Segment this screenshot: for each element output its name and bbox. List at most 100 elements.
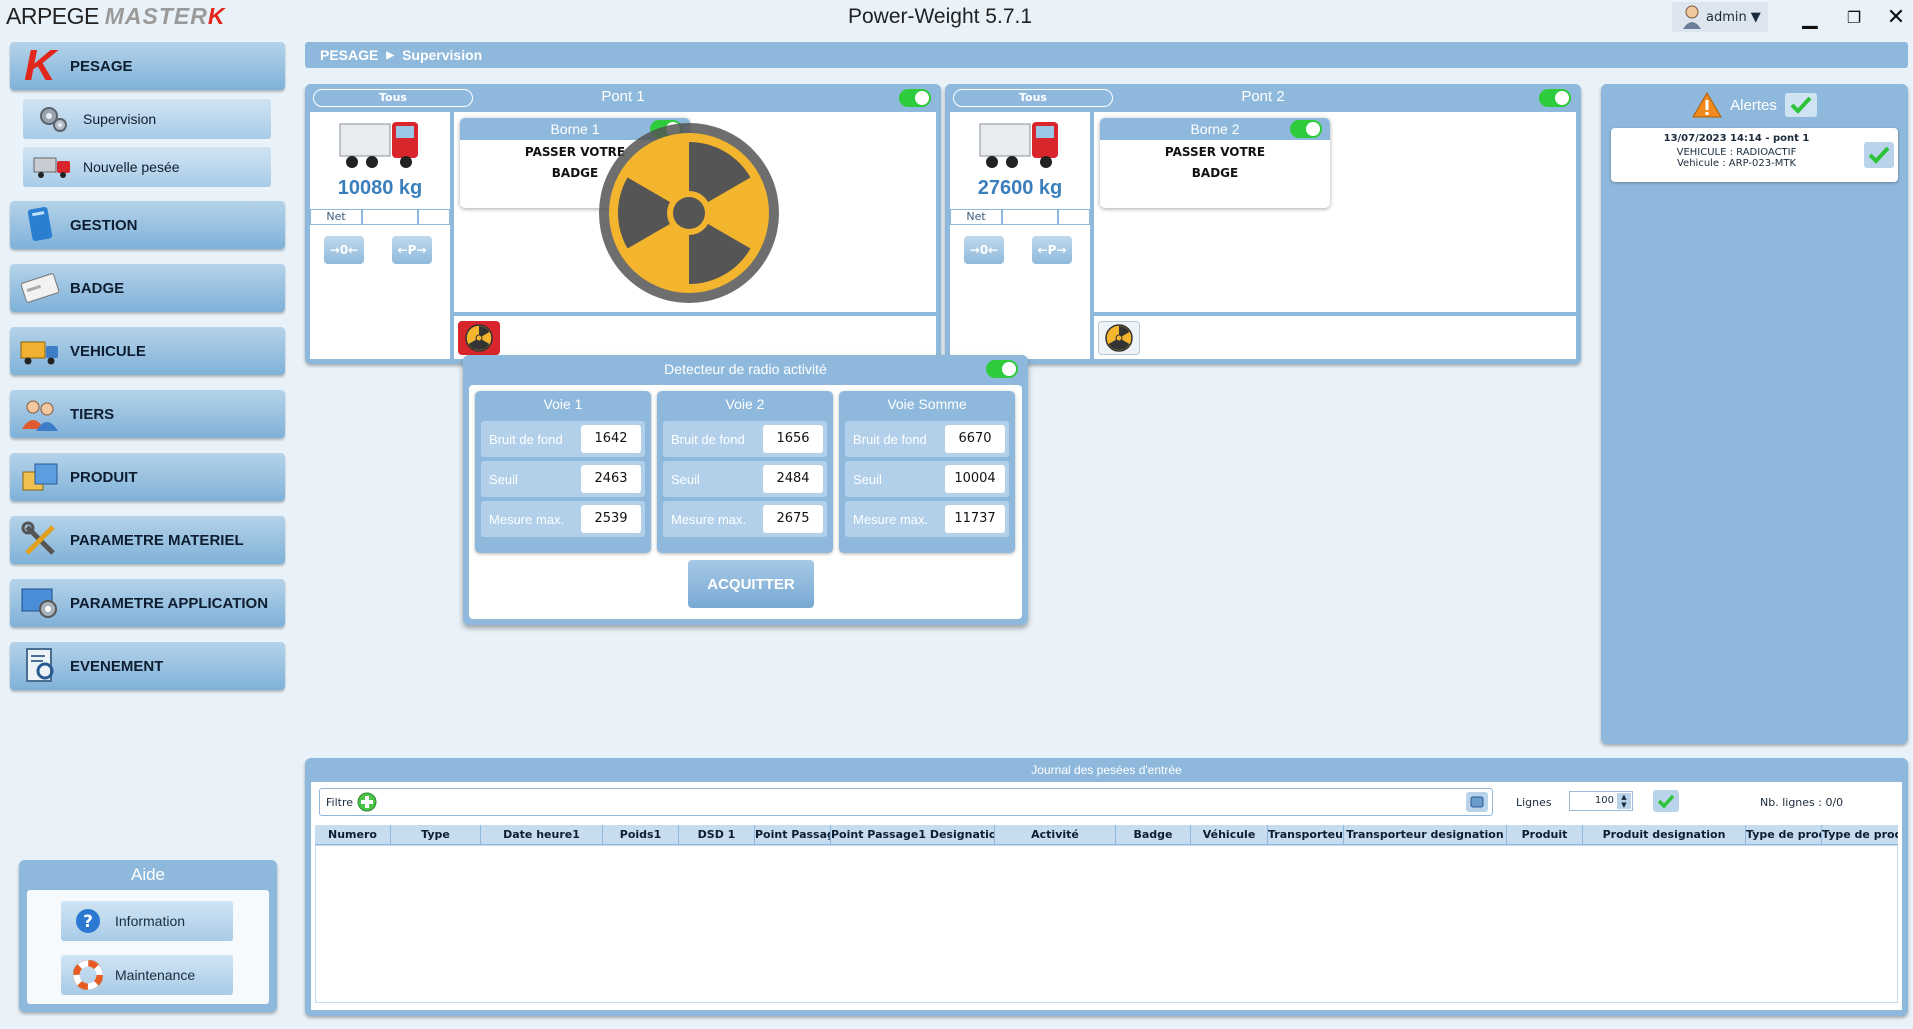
breadcrumb-root[interactable]: PESAGE	[320, 47, 378, 63]
user-name: admin	[1706, 9, 1747, 25]
acquitter-button[interactable]: ACQUITTER	[688, 560, 814, 608]
menu-produit[interactable]: PRODUIT	[10, 453, 285, 501]
svg-text:?: ?	[83, 912, 93, 932]
pont-1-net-label: Net	[310, 209, 362, 225]
nb-lignes-count: Nb. lignes : 0/0	[1760, 796, 1844, 809]
voie-1-seuil-value: 2463	[581, 465, 641, 493]
pont-1-toggle[interactable]	[899, 89, 931, 107]
voie-1-panel: Voie 1 Bruit de fond 1642 Seuil 2463 Mesur…	[475, 391, 651, 553]
pont-1-net-cell-2	[362, 209, 418, 225]
pont-2-net-label: Net	[950, 209, 1002, 225]
event-log-icon	[10, 642, 70, 690]
radio-detector-title: Detecteur de radio activité	[664, 361, 827, 377]
checkmark-icon	[1868, 146, 1890, 164]
menu-evenement[interactable]: EVENEMENT	[10, 642, 285, 690]
menu-nouvelle-pesee[interactable]: Nouvelle pesée	[23, 147, 271, 187]
col-header[interactable]: Produit	[1507, 825, 1583, 844]
voie-somme-seuil-value: 10004	[945, 465, 1005, 493]
journal-title: Journal des pesées d'entrée	[1031, 763, 1182, 777]
plus-icon	[357, 792, 377, 812]
stepper-arrows-icon[interactable]: ▲ ▼	[1617, 793, 1631, 809]
col-header[interactable]: Type de produit	[1746, 825, 1822, 844]
alert-acknowledge-button[interactable]	[1864, 142, 1894, 168]
menu-gestion[interactable]: GESTION	[10, 201, 285, 249]
clear-filter-button[interactable]	[1466, 792, 1488, 812]
borne-2-message-line-1: PASSER VOTRE	[1164, 145, 1266, 159]
pont-2-tare-button[interactable]: ←P→	[1032, 236, 1072, 264]
menu-badge[interactable]: BADGE	[10, 264, 285, 312]
col-header[interactable]: Point Passage1 Designation	[831, 825, 995, 844]
menu-parametre-application[interactable]: PARAMETRE APPLICATION	[10, 579, 285, 627]
pont-1-tare-button[interactable]: ←P→	[392, 236, 432, 264]
borne-1-title: Borne 1	[550, 121, 600, 137]
journal-table-header: Numero Type Date heure1 Poids1 DSD 1 Poi…	[315, 825, 1898, 845]
menu-tiers[interactable]: TIERS	[10, 390, 285, 438]
pont-2-zero-button[interactable]: →0←	[964, 236, 1004, 264]
col-header[interactable]: Produit designation	[1583, 825, 1746, 844]
col-header[interactable]: Type	[391, 825, 481, 844]
alert-line-1: VEHICULE : RADIOACTIF	[1676, 147, 1797, 158]
menu-parametre-materiel[interactable]: PARAMETRE MATERIEL	[10, 516, 285, 564]
col-header[interactable]: Point Passage1	[755, 825, 831, 844]
close-button[interactable]: ✕	[1878, 2, 1913, 32]
pont-1-status-bar	[454, 316, 936, 359]
voie-1-mesure-label: Mesure max.	[489, 511, 565, 527]
radio-detector-toggle[interactable]	[986, 360, 1018, 378]
lignes-stepper[interactable]: 100 ▲ ▼	[1569, 791, 1633, 811]
borne-2-toggle[interactable]	[1290, 120, 1322, 138]
col-header[interactable]: Badge	[1116, 825, 1191, 844]
menu-pesage[interactable]: K PESAGE	[10, 41, 285, 90]
voie-2-mesure-value: 2675	[763, 505, 823, 533]
user-menu[interactable]: admin ▼	[1672, 2, 1768, 32]
chevron-down-icon: ▼	[1750, 9, 1761, 25]
journal-panel: Journal des pesées d'entrée Filtre Ligne…	[305, 758, 1908, 1016]
col-header[interactable]: Activité	[995, 825, 1116, 844]
pont-2-net-row: Net	[950, 209, 1090, 225]
pont-1-radiation-alert-button[interactable]	[458, 321, 500, 355]
journal-body: Filtre Lignes 100 ▲ ▼ Nb. lignes : 0/0 Nu…	[311, 782, 1902, 1010]
borne-2-card: Borne 2 PASSER VOTRE BADGE	[1100, 118, 1330, 208]
restore-button[interactable]: ❐	[1836, 2, 1872, 32]
alertes-panel: Alertes 13/07/2023 14:14 - pont 1 VEHICU…	[1601, 84, 1908, 744]
filter-bar[interactable]: Filtre	[319, 788, 1493, 816]
pont-2-truck-icon	[979, 122, 1058, 168]
col-header[interactable]: DSD 1	[679, 825, 755, 844]
col-header[interactable]: Date heure1	[481, 825, 603, 844]
lignes-value: 100	[1594, 795, 1614, 806]
menu-vehicule[interactable]: VEHICULE	[10, 327, 285, 375]
alert-line-2: Vehicule : ARP-023-MTK	[1676, 158, 1797, 169]
alert-item[interactable]: 13/07/2023 14:14 - pont 1 VEHICULE : RAD…	[1611, 128, 1898, 182]
pont-1-zero-button[interactable]: →0←	[324, 236, 364, 264]
col-header[interactable]: Numero	[315, 825, 391, 844]
voie-2-mesure-label: Mesure max.	[671, 511, 747, 527]
borne-2-title: Borne 2	[1190, 121, 1240, 137]
vehicle-truck-icon	[10, 327, 70, 375]
menu-supervision[interactable]: Supervision	[23, 99, 271, 139]
badge-card-icon	[10, 264, 70, 312]
col-header[interactable]: Poids1	[603, 825, 679, 844]
minimize-button[interactable]: ▁	[1792, 2, 1828, 32]
pont-2-net-cell-3	[1058, 209, 1090, 225]
voie-2-bruit-label: Bruit de fond	[671, 431, 745, 447]
pont-2-radiation-button[interactable]	[1098, 321, 1140, 355]
maintenance-button[interactable]: Maintenance	[61, 955, 233, 995]
truck-icon	[23, 155, 83, 179]
col-header[interactable]: Transporteur designation	[1344, 825, 1507, 844]
apply-lignes-button[interactable]	[1653, 790, 1679, 812]
col-header[interactable]: Transporteur	[1268, 825, 1344, 844]
acknowledge-all-button[interactable]	[1784, 93, 1817, 117]
gears-icon	[23, 105, 83, 133]
breadcrumb-arrow-icon: ▶	[386, 49, 395, 61]
voie-somme-seuil-label: Seuil	[853, 471, 882, 487]
col-header[interactable]: Type de produit	[1822, 825, 1898, 844]
radiation-icon	[465, 324, 493, 352]
voie-2-bruit-value: 1656	[763, 425, 823, 453]
col-header[interactable]: Véhicule	[1191, 825, 1268, 844]
pont-1-weight-area: 10080 kg Net →0← ←P→	[310, 112, 450, 359]
information-button[interactable]: ? Information	[61, 901, 233, 941]
checkmark-icon	[1657, 794, 1675, 808]
add-filter-button[interactable]	[357, 792, 377, 812]
voie-1-bruit-value: 1642	[581, 425, 641, 453]
pont-2-toggle[interactable]	[1539, 89, 1571, 107]
radio-detector-body: Voie 1 Bruit de fond 1642 Seuil 2463 Mesur…	[469, 385, 1022, 619]
